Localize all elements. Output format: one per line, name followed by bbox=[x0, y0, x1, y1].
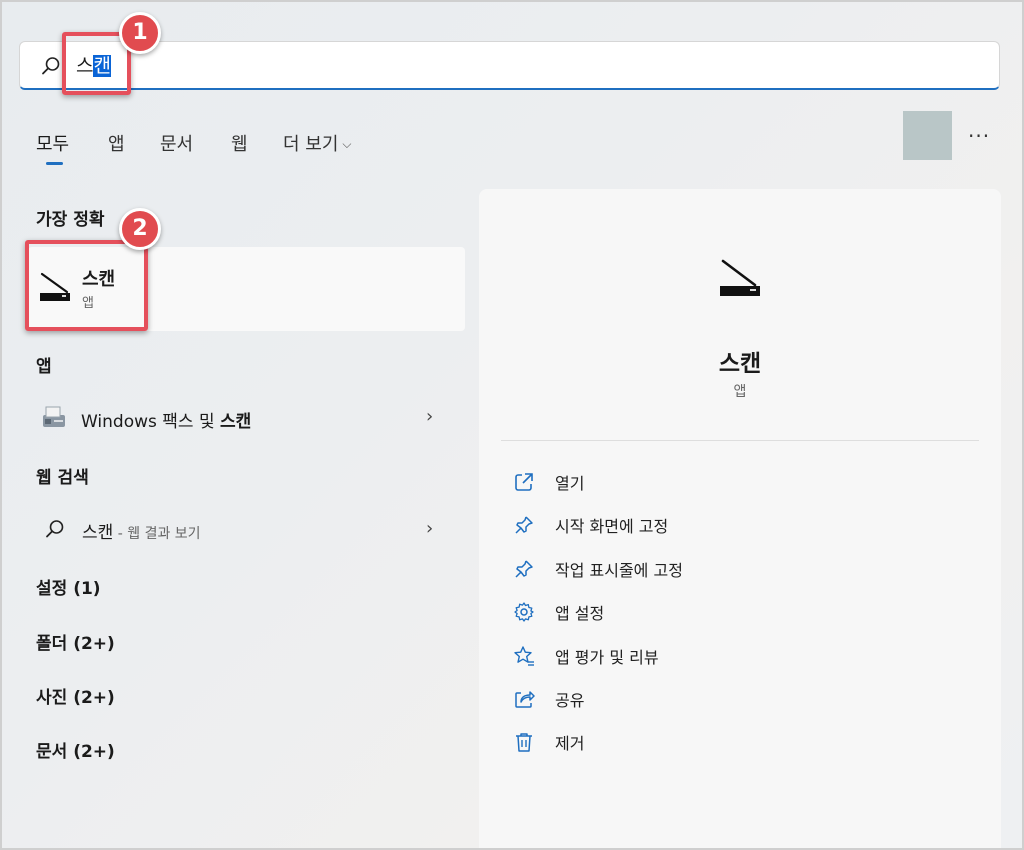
tab-all[interactable]: 모두 bbox=[36, 130, 69, 156]
tab-web[interactable]: 웹 bbox=[231, 130, 248, 156]
action-label: 앱 평가 및 리뷰 bbox=[555, 648, 659, 667]
annotation-box-2 bbox=[25, 240, 148, 331]
app-item-label-bold: 스캔 bbox=[220, 412, 252, 432]
scanner-icon bbox=[720, 259, 760, 296]
action-uninstall[interactable]: 제거 bbox=[513, 729, 913, 753]
gear-icon bbox=[514, 602, 534, 622]
action-label: 제거 bbox=[555, 734, 585, 753]
details-app-type: 앱 bbox=[733, 384, 747, 400]
annotation-badge-1: 1 bbox=[119, 12, 161, 54]
action-label: 공유 bbox=[555, 691, 585, 710]
chevron-right-icon[interactable]: › bbox=[426, 518, 433, 539]
share-icon bbox=[515, 691, 535, 708]
search-input[interactable]: 스캔 bbox=[19, 41, 1000, 90]
action-app-settings[interactable]: 앱 설정 bbox=[513, 599, 913, 623]
search-window: 스캔 1 모두 앱 문서 웹 더 보기 ⌵ ··· 가장 정확 스캔 앱 2 앱 … bbox=[0, 0, 1024, 850]
category-photos[interactable]: 사진 (2+) bbox=[36, 683, 115, 708]
web-search-item[interactable]: 스캔 - 웹 결과 보기 bbox=[28, 509, 465, 549]
action-open[interactable]: 열기 bbox=[513, 469, 913, 493]
action-share[interactable]: 공유 bbox=[513, 686, 913, 710]
tab-documents[interactable]: 문서 bbox=[160, 130, 193, 156]
action-rate-review[interactable]: 앱 평가 및 리뷰 bbox=[513, 643, 913, 667]
web-search-heading: 웹 검색 bbox=[36, 468, 89, 488]
avatar[interactable] bbox=[903, 111, 952, 160]
details-app-name: 스캔 bbox=[718, 351, 762, 377]
action-label: 시작 화면에 고정 bbox=[555, 517, 669, 536]
search-icon bbox=[46, 520, 64, 538]
search-icon bbox=[42, 57, 60, 75]
tab-more-label: 더 보기 bbox=[283, 134, 339, 155]
app-item-fax-scan[interactable]: Windows 팩스 및 스캔 bbox=[28, 397, 465, 437]
apps-heading: 앱 bbox=[36, 357, 52, 377]
tab-more[interactable]: 더 보기 ⌵ bbox=[283, 130, 352, 156]
action-pin-taskbar[interactable]: 작업 표시줄에 고정 bbox=[513, 556, 913, 580]
app-item-label: Windows 팩스 및 스캔 bbox=[81, 407, 251, 432]
tab-active-indicator bbox=[46, 162, 63, 165]
pin-icon bbox=[515, 560, 533, 578]
action-pin-start[interactable]: 시작 화면에 고정 bbox=[513, 512, 913, 536]
fax-scan-icon bbox=[43, 406, 65, 427]
category-folders[interactable]: 폴더 (2+) bbox=[36, 629, 115, 654]
tab-apps[interactable]: 앱 bbox=[108, 130, 125, 156]
web-search-query: 스캔 bbox=[82, 523, 114, 543]
category-documents[interactable]: 문서 (2+) bbox=[36, 737, 115, 762]
more-options-icon[interactable]: ··· bbox=[968, 124, 990, 148]
category-settings[interactable]: 설정 (1) bbox=[36, 574, 101, 599]
best-match-heading: 가장 정확 bbox=[36, 210, 105, 230]
app-item-label-prefix: Windows 팩스 및 bbox=[81, 412, 221, 432]
web-search-suffix: - 웹 결과 보기 bbox=[113, 526, 201, 542]
action-label: 열기 bbox=[555, 474, 585, 493]
web-search-label: 스캔 - 웹 결과 보기 bbox=[82, 518, 201, 543]
divider bbox=[501, 440, 979, 441]
action-label: 작업 표시줄에 고정 bbox=[555, 561, 683, 580]
action-label: 앱 설정 bbox=[555, 604, 605, 623]
chevron-down-icon: ⌵ bbox=[342, 137, 352, 151]
open-external-icon bbox=[515, 473, 533, 491]
pin-icon bbox=[515, 516, 533, 534]
star-review-icon bbox=[514, 646, 534, 666]
chevron-right-icon[interactable]: › bbox=[426, 406, 433, 427]
trash-icon bbox=[516, 733, 532, 752]
annotation-badge-2: 2 bbox=[119, 208, 161, 250]
details-panel: 스캔 앱 열기 시작 화면에 고정 작업 표시줄에 고정 앱 설정 앱 평가 및… bbox=[479, 189, 1001, 848]
